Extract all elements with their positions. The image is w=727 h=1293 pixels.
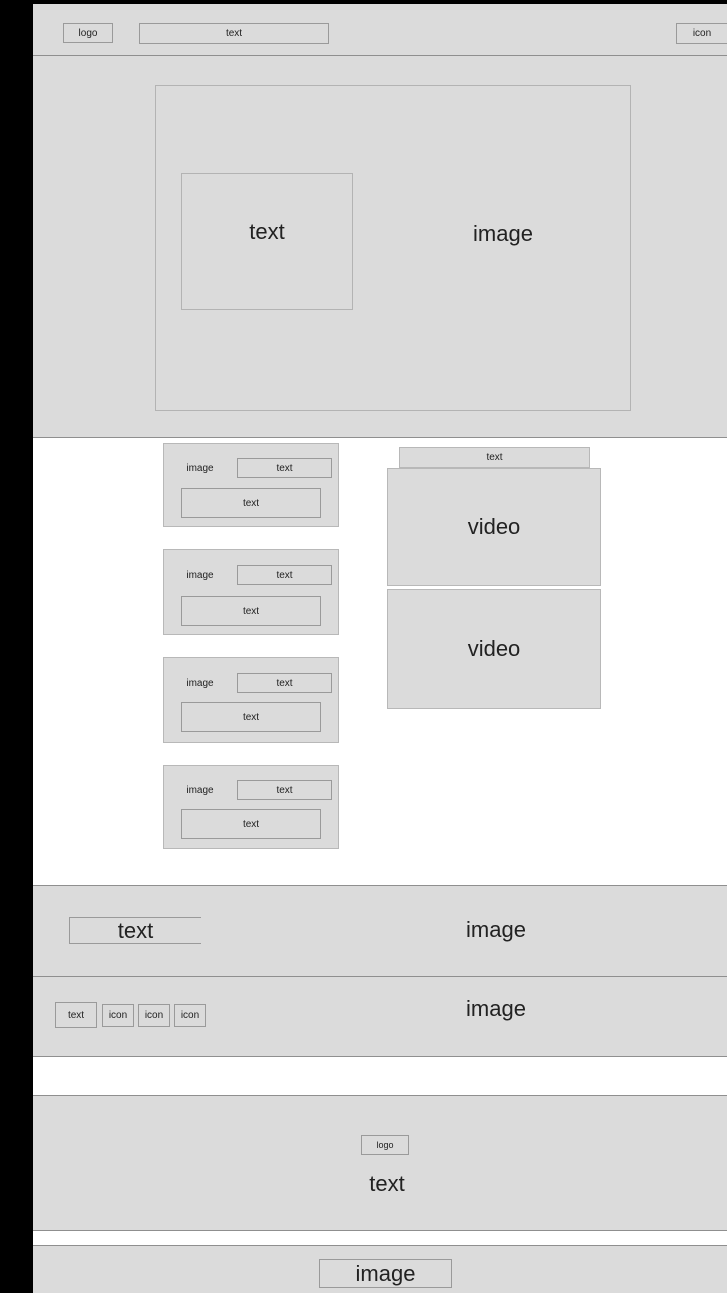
video-player[interactable]: video (387, 589, 601, 709)
card-text: text (181, 488, 321, 518)
card-text: text (181, 596, 321, 626)
card-text: text (181, 809, 321, 839)
footer-text: text (369, 1171, 405, 1196)
card-tag[interactable]: text (237, 565, 332, 585)
hero-image-label: image (473, 221, 533, 246)
card-image: image (186, 784, 214, 796)
video-panel-title: text (399, 447, 590, 468)
card-image: image (186, 569, 214, 581)
card-tag[interactable]: text (237, 458, 332, 478)
social-icon[interactable]: icon (174, 1004, 206, 1027)
page-canvas: logo text icon text image image text tex… (33, 4, 727, 1293)
banner-image-label: image (466, 917, 526, 942)
banner-divider-top (33, 885, 727, 886)
card-tag[interactable]: text (237, 780, 332, 800)
header-bar (33, 4, 727, 56)
header-logo[interactable]: logo (63, 23, 113, 43)
footer-divider-top (33, 1095, 727, 1096)
footer-section (33, 1095, 727, 1231)
social-icon[interactable]: icon (102, 1004, 134, 1027)
bottom-divider (33, 1245, 727, 1246)
card-tag[interactable]: text (237, 673, 332, 693)
card-image: image (186, 462, 214, 474)
footer-divider-bottom (33, 1230, 727, 1231)
social-text: text (55, 1002, 97, 1028)
social-divider (33, 1056, 727, 1057)
bottom-image-label: image (319, 1259, 452, 1288)
hero-divider (33, 437, 727, 438)
social-image-label: image (466, 996, 526, 1021)
banner-text: text (69, 917, 201, 944)
card-text: text (181, 702, 321, 732)
hero-text-block: text (181, 173, 353, 310)
card-image: image (186, 677, 214, 689)
video-player[interactable]: video (387, 468, 601, 586)
header-icon-button[interactable]: icon (676, 23, 727, 44)
header-text-field[interactable]: text (139, 23, 329, 44)
social-icon[interactable]: icon (138, 1004, 170, 1027)
footer-logo[interactable]: logo (361, 1135, 409, 1155)
